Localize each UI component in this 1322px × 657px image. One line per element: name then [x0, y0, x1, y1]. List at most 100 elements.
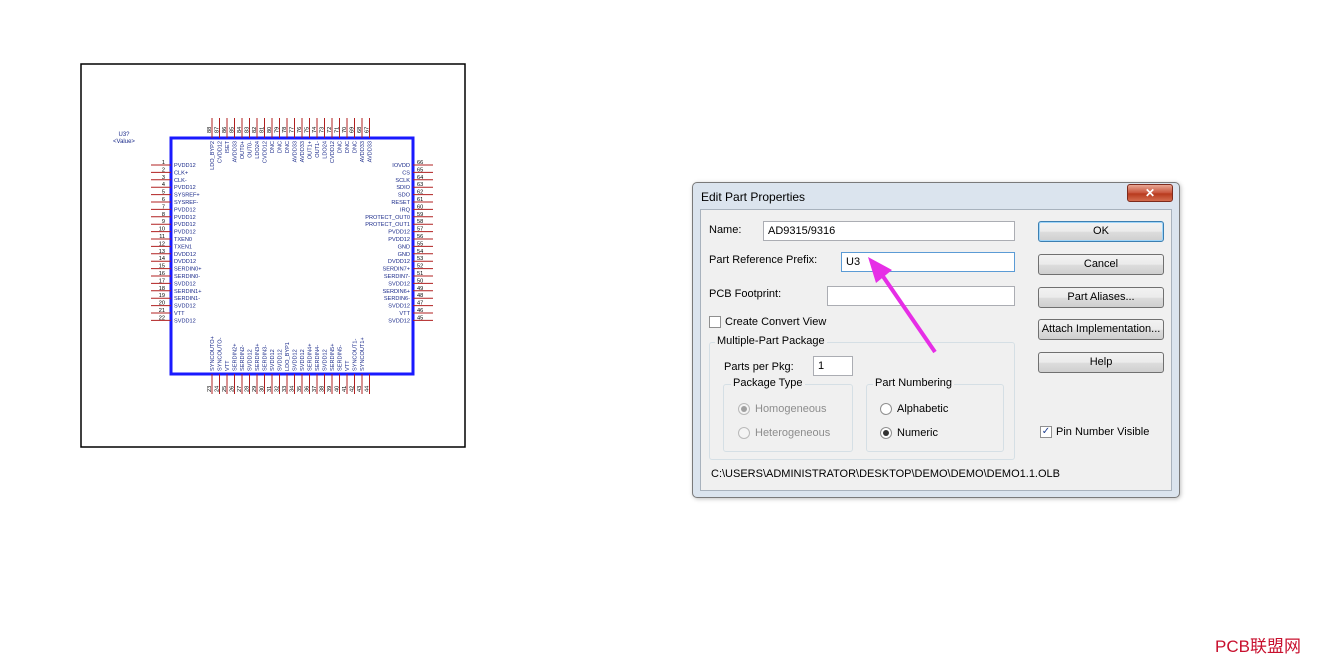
- pin-name-right: IOVDD: [392, 163, 410, 169]
- homogeneous-label: Homogeneous: [755, 403, 827, 415]
- pin-name-top: DNC: [278, 141, 284, 153]
- pin-name-bottom: SVDD12: [278, 349, 284, 371]
- create-convert-checkbox[interactable]: [709, 316, 721, 328]
- pin-name-left: SVDD12: [174, 304, 196, 310]
- pin-number-right: 59: [417, 212, 423, 218]
- pin-number-left: 4: [162, 182, 165, 188]
- pin-number-right: 62: [417, 190, 423, 196]
- pin-name-left: SERDIN0-: [174, 274, 200, 280]
- pin-number-bottom: 30: [260, 386, 266, 392]
- pin-number-right: 64: [417, 175, 423, 181]
- pin-number-right: 56: [417, 234, 423, 240]
- pin-name-right: SCLK: [395, 178, 410, 184]
- pin-name-left: SVDD12: [174, 281, 196, 287]
- pin-name-bottom: SVDD12: [323, 349, 329, 371]
- pin-number-left: 2: [162, 167, 165, 173]
- pin-name-top: DNC: [353, 141, 359, 153]
- ok-button[interactable]: OK: [1038, 221, 1164, 242]
- part-aliases-button[interactable]: Part Aliases...: [1038, 287, 1164, 308]
- pin-name-left: PVDD12: [174, 215, 196, 221]
- cancel-button[interactable]: Cancel: [1038, 254, 1164, 275]
- pcb-footprint-field[interactable]: [827, 286, 1015, 306]
- pin-name-left: CLK-: [174, 178, 187, 184]
- pin-name-top: OUT0-: [248, 141, 254, 158]
- pin-name-left: SVDD12: [174, 318, 196, 324]
- pin-number-right: 50: [417, 278, 423, 284]
- parts-per-pkg-field[interactable]: 1: [813, 356, 853, 376]
- pin-number-left: 12: [159, 241, 165, 247]
- pin-number-top: 67: [365, 127, 371, 133]
- heterogeneous-radio[interactable]: [738, 427, 750, 439]
- pin-number-right: 63: [417, 182, 423, 188]
- pin-number-right: 55: [417, 241, 423, 247]
- pin-name-left: PVDD12: [174, 207, 196, 213]
- pin-name-left: VTT: [174, 311, 185, 317]
- pin-name-right: SVDD12: [388, 304, 410, 310]
- part-reference-prefix-field[interactable]: U3: [841, 252, 1015, 272]
- pin-number-left: 20: [159, 301, 165, 307]
- pin-number-top: 74: [312, 127, 318, 133]
- pin-number-visible-checkbox[interactable]: ✓: [1040, 426, 1052, 438]
- part-reference: U3?: [118, 132, 130, 138]
- pin-name-top: DNC: [345, 141, 351, 153]
- pin-name-bottom: SYNCOUTO-: [218, 337, 224, 371]
- close-button[interactable]: ✕: [1127, 184, 1173, 202]
- pin-name-right: DVDD12: [388, 259, 410, 265]
- pin-name-left: SERDIN1-: [174, 296, 200, 302]
- name-field[interactable]: AD9315/9316: [763, 221, 1015, 241]
- pin-name-right: PVDD12: [388, 237, 410, 243]
- pin-number-right: 66: [417, 160, 423, 166]
- pin-number-top: 75: [305, 127, 311, 133]
- pin-number-top: 77: [290, 127, 296, 133]
- pin-name-top: AVDD33: [300, 141, 306, 162]
- dialog-title: Edit Part Properties: [701, 190, 806, 204]
- pin-number-bottom: 44: [365, 386, 371, 392]
- pin-name-left: CLK+: [174, 170, 188, 176]
- pin-number-right: 60: [417, 204, 423, 210]
- pin-number-bottom: 32: [275, 386, 281, 392]
- homogeneous-radio[interactable]: [738, 403, 750, 415]
- alphabetic-radio[interactable]: [880, 403, 892, 415]
- pin-name-top: AVDD33: [368, 141, 374, 162]
- pin-number-right: 53: [417, 256, 423, 262]
- pin-name-left: SYSREF+: [174, 193, 200, 199]
- package-type-title: Package Type: [731, 377, 805, 389]
- pin-number-top: 82: [252, 127, 258, 133]
- pin-number-bottom: 27: [237, 386, 243, 392]
- footprint-label: PCB Footprint:: [709, 288, 782, 300]
- pin-number-right: 61: [417, 197, 423, 203]
- heterogeneous-label: Heterogeneous: [755, 427, 831, 439]
- pin-number-bottom: 25: [222, 386, 228, 392]
- pin-number-bottom: 43: [357, 386, 363, 392]
- pin-name-bottom: SYNCOUT1-: [353, 339, 359, 371]
- pin-number-top: 80: [267, 127, 273, 133]
- pin-name-top: AVDD33: [293, 141, 299, 162]
- pin-number-top: 86: [222, 127, 228, 133]
- pin-number-left: 10: [159, 227, 165, 233]
- multiple-part-package-title: Multiple-Part Package: [715, 335, 827, 347]
- help-button[interactable]: Help: [1038, 352, 1164, 373]
- pin-number-bottom: 42: [350, 386, 356, 392]
- pin-name-right: CS: [402, 170, 410, 176]
- pin-number-right: 51: [417, 271, 423, 277]
- dialog-titlebar[interactable]: Edit Part Properties ✕: [693, 183, 1179, 209]
- pin-number-top: 83: [245, 127, 251, 133]
- pin-number-right: 54: [417, 249, 423, 255]
- part-numbering-group: [866, 384, 1004, 452]
- watermark: PCB联盟网: [1215, 637, 1301, 656]
- pin-name-left: PVDD12: [174, 222, 196, 228]
- numeric-radio[interactable]: [880, 427, 892, 439]
- pin-number-right: 52: [417, 264, 423, 270]
- pin-number-top: 88: [207, 127, 213, 133]
- pin-name-right: SERDIN7+: [382, 267, 410, 273]
- pin-name-bottom: SERDIN3+: [255, 343, 261, 371]
- pin-name-bottom: SVDD12: [293, 349, 299, 371]
- pin-number-left: 1: [162, 160, 165, 166]
- pin-number-left: 15: [159, 264, 165, 270]
- pin-number-left: 22: [159, 315, 165, 321]
- attach-implementation-button[interactable]: Attach Implementation...: [1038, 319, 1164, 340]
- pin-name-bottom: SVDD12: [248, 349, 254, 371]
- pin-number-right: 48: [417, 293, 423, 299]
- pin-name-bottom: VTT: [345, 360, 351, 371]
- create-convert-label: Create Convert View: [725, 316, 827, 328]
